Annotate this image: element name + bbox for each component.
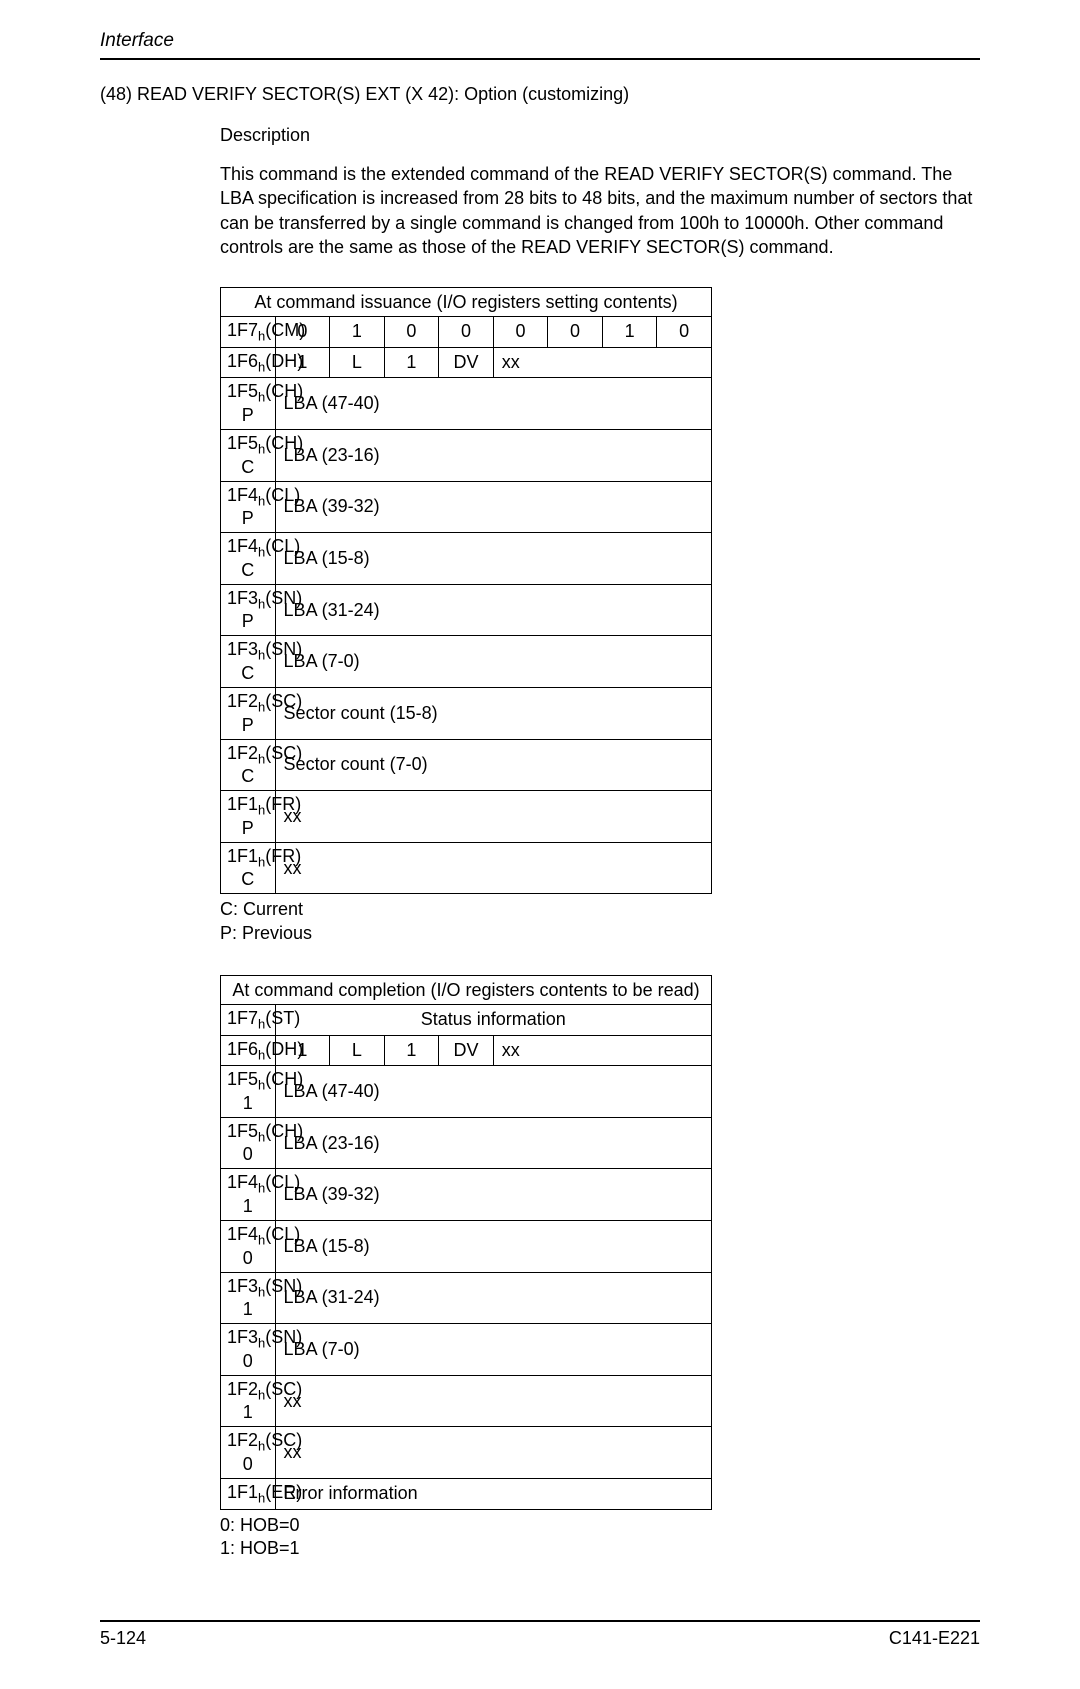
table-row-value: LBA (7-0) — [275, 636, 711, 688]
table-row-value: LBA (39-32) — [275, 481, 711, 533]
table-row-value: LBA (7-0) — [275, 1324, 711, 1376]
table1-title: At command issuance (I/O registers setti… — [221, 288, 712, 317]
table-row-value: LBA (31-24) — [275, 1272, 711, 1324]
table-row-value: Sector count (15-8) — [275, 687, 711, 739]
description-heading: Description — [220, 125, 980, 146]
table-row-reg: 1F5h(CH) 0 — [221, 1117, 276, 1169]
issuance-table: At command issuance (I/O registers setti… — [220, 287, 712, 894]
table-row-reg: 1F5h(CH) C — [221, 429, 276, 481]
reg-1f6-dh-2: 1F6h(DH) — [221, 1035, 276, 1066]
table-row-value: Error information — [275, 1479, 711, 1510]
command-title: (48) READ VERIFY SECTOR(S) EXT (X 42): O… — [100, 84, 980, 105]
table-row-reg: 1F4h(CL) C — [221, 533, 276, 585]
table-row-reg: 1F4h(CL) 1 — [221, 1169, 276, 1221]
description-body: This command is the extended command of … — [220, 162, 980, 259]
reg-1f7-cm: 1F7h(CM) — [221, 317, 276, 348]
table-row-reg: 1F2h(SC) P — [221, 687, 276, 739]
table-row-reg: 1F2h(SC) 1 — [221, 1375, 276, 1427]
table-row-value: LBA (23-16) — [275, 1117, 711, 1169]
table-row-value: xx — [275, 791, 711, 843]
table-row-reg: 1F4h(CL) P — [221, 481, 276, 533]
table-row-reg: 1F2h(SC) 0 — [221, 1427, 276, 1479]
page-header: Interface — [100, 30, 980, 60]
table-row-value: LBA (23-16) — [275, 429, 711, 481]
table-row-reg: 1F3h(SN) P — [221, 584, 276, 636]
reg-1f6-dh: 1F6h(DH) — [221, 347, 276, 378]
table-row-reg: 1F4h(CL) 0 — [221, 1221, 276, 1273]
table-row-reg: 1F1h(FR) C — [221, 842, 276, 894]
table-row-reg: 1F5h(CH) 1 — [221, 1066, 276, 1118]
table-row-reg: 1F5h(CH) P — [221, 378, 276, 430]
reg-1f7-st: 1F7h(ST) — [221, 1005, 276, 1036]
table-row-value: xx — [275, 842, 711, 894]
page-footer: 5-124 C141-E221 — [100, 1620, 980, 1649]
table-row-value: LBA (47-40) — [275, 1066, 711, 1118]
table-row-reg: 1F3h(SN) 1 — [221, 1272, 276, 1324]
table-row-value: LBA (31-24) — [275, 584, 711, 636]
table-row-reg: 1F3h(SN) C — [221, 636, 276, 688]
table-row-value: xx — [275, 1427, 711, 1479]
table2-notes: 0: HOB=0 1: HOB=1 — [220, 1514, 980, 1561]
completion-table: At command completion (I/O registers con… — [220, 975, 712, 1510]
table-row-value: Sector count (7-0) — [275, 739, 711, 791]
table-row-value: LBA (15-8) — [275, 533, 711, 585]
table-row-reg: 1F2h(SC) C — [221, 739, 276, 791]
table-row-reg: 1F1h(FR) P — [221, 791, 276, 843]
table-row-value: xx — [275, 1375, 711, 1427]
table-row-value: LBA (47-40) — [275, 378, 711, 430]
doc-id: C141-E221 — [889, 1628, 980, 1649]
page-number: 5-124 — [100, 1628, 146, 1649]
table-row-reg: 1F3h(SN) 0 — [221, 1324, 276, 1376]
table-row-reg: 1F1h(ER) — [221, 1479, 276, 1510]
table1-notes: C: Current P: Previous — [220, 898, 980, 945]
table2-title: At command completion (I/O registers con… — [221, 976, 712, 1005]
table-row-value: LBA (15-8) — [275, 1221, 711, 1273]
table-row-value: LBA (39-32) — [275, 1169, 711, 1221]
